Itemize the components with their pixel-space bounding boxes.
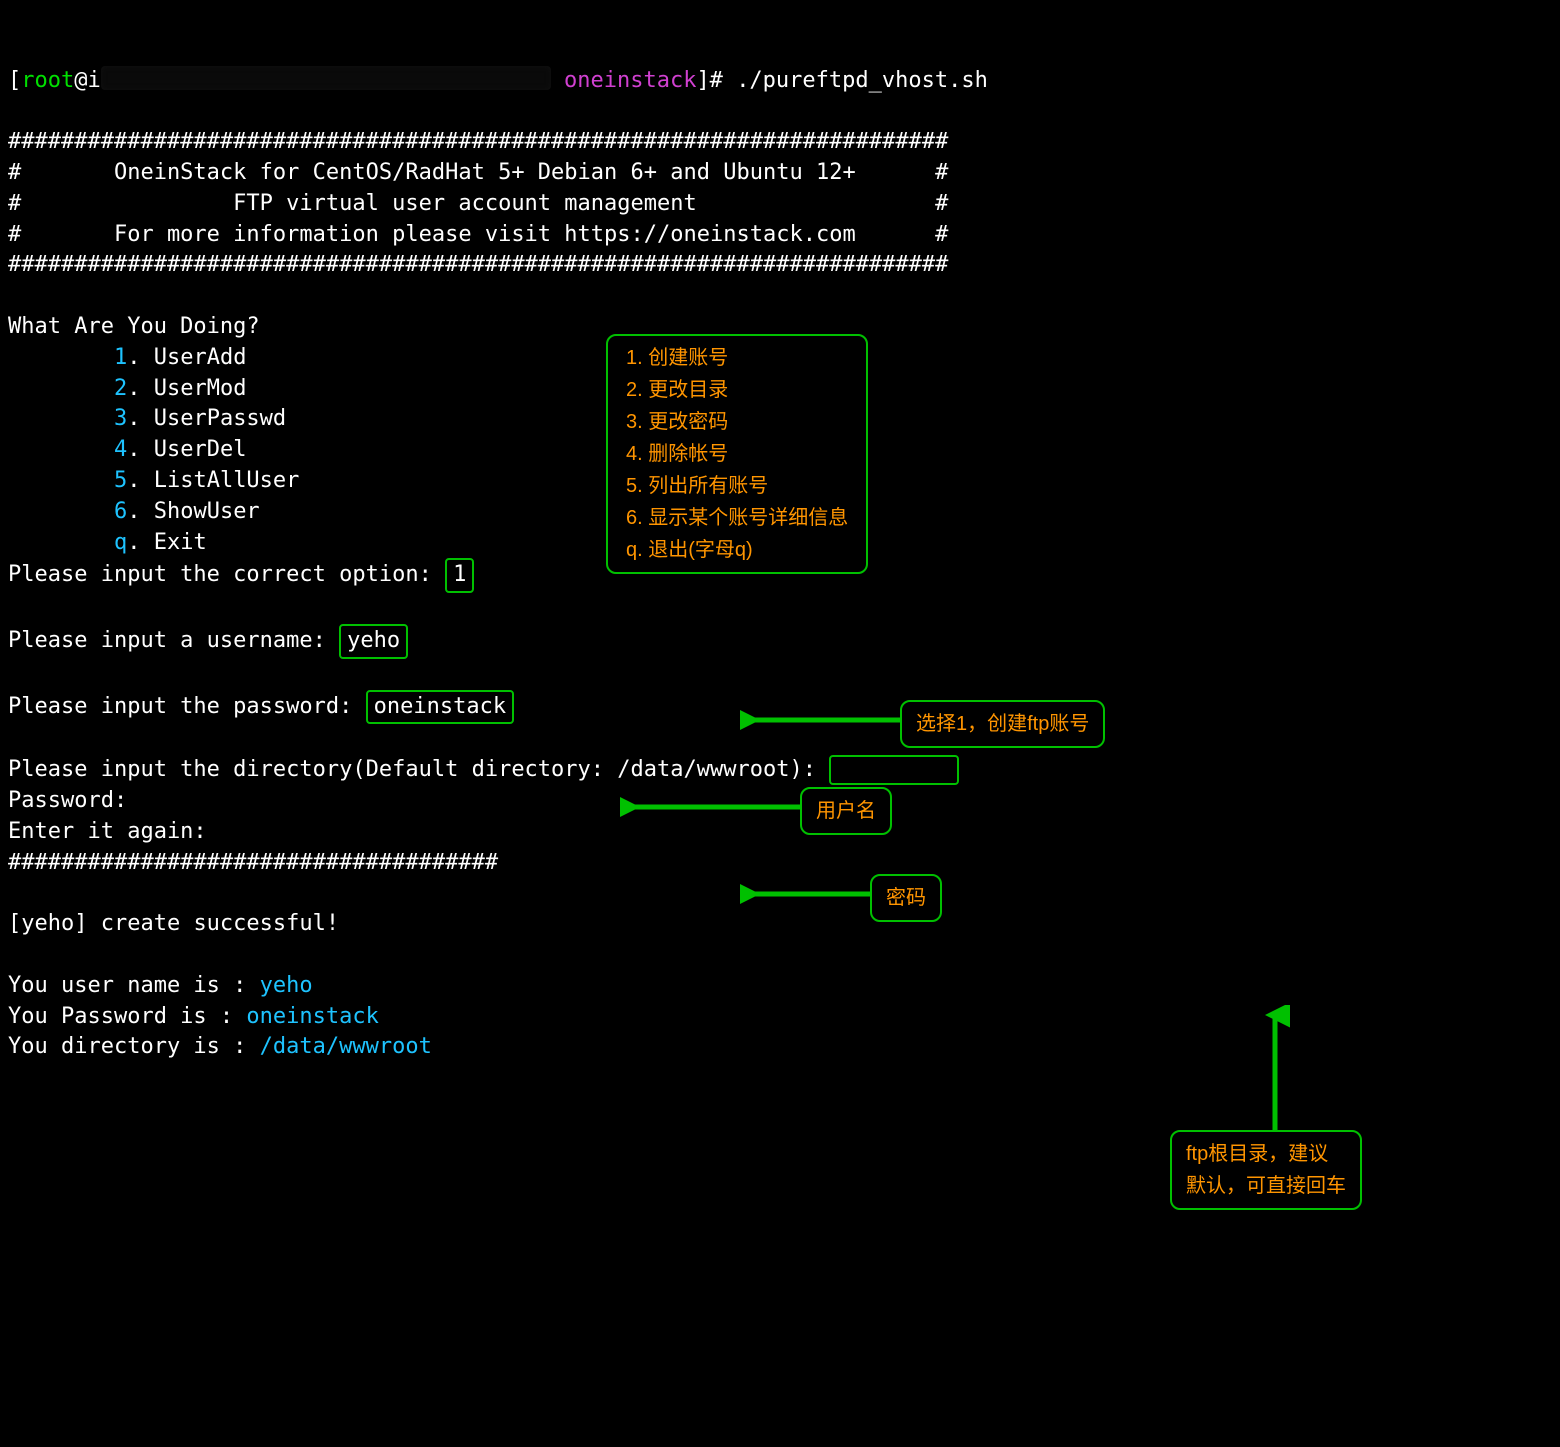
success-post: ] create successful! <box>74 911 339 936</box>
menu-label-4: UserDel <box>154 437 247 462</box>
menu-num-4: 4 <box>114 437 127 462</box>
menu-label-5: ListAllUser <box>154 468 300 493</box>
banner-line2: # FTP virtual user account management # <box>8 191 948 216</box>
out-user-value: yeho <box>260 973 313 998</box>
menu-num-5: 5 <box>114 468 127 493</box>
menu-hint-5: 5. 列出所有账号 <box>626 470 848 502</box>
option-prompt: Please input the correct option: <box>8 562 445 587</box>
banner-rule-bot: ########################################… <box>8 252 948 277</box>
menu-num-3: 3 <box>114 406 127 431</box>
passwd-echo: Password: <box>8 788 127 813</box>
menu-num-q: q <box>114 530 127 555</box>
menu-hint-2: 2. 更改目录 <box>626 374 848 406</box>
menu-label-1: UserAdd <box>154 345 247 370</box>
option-hint-callout: 选择1，创建ftp账号 <box>900 700 1105 748</box>
out-user-label: You user name is : <box>8 973 260 998</box>
directory-hint-callout: ftp根目录，建议 默认，可直接回车 <box>1170 1130 1362 1210</box>
menu-hint-3: 3. 更改密码 <box>626 406 848 438</box>
banner-rule-top: ########################################… <box>8 129 948 154</box>
prompt-at: @ <box>74 68 87 93</box>
prompt-hostchar: i <box>87 68 100 93</box>
tail-rule: ##################################### <box>8 850 498 875</box>
directory-prompt: Please input the directory(Default direc… <box>8 757 829 782</box>
prompt-user: root <box>21 68 74 93</box>
password-prompt: Please input the password: <box>8 694 366 719</box>
command-text: ./pureftpd_vhost.sh <box>736 68 988 93</box>
directory-hint-line2: 默认，可直接回车 <box>1186 1170 1346 1202</box>
menu-num-1: 1 <box>114 345 127 370</box>
option-input[interactable]: 1 <box>445 558 474 593</box>
prompt-bracket: [ <box>8 68 21 93</box>
out-dir-value: /data/wwwroot <box>260 1034 432 1059</box>
menu-label-2: UserMod <box>154 376 247 401</box>
banner-line1: # OneinStack for CentOS/RadHat 5+ Debian… <box>8 160 948 185</box>
directory-input[interactable] <box>829 755 959 785</box>
username-prompt: Please input a username: <box>8 628 339 653</box>
menu-hint-4: 4. 删除帐号 <box>626 438 848 470</box>
prompt-suffix: ]# <box>696 68 736 93</box>
hostname-blurred <box>101 66 551 90</box>
menu-num-2: 2 <box>114 376 127 401</box>
out-dir-label: You directory is : <box>8 1034 260 1059</box>
out-pass-label: You Password is : <box>8 1004 246 1029</box>
menu-title: What Are You Doing? <box>8 314 260 339</box>
out-pass-value: oneinstack <box>246 1004 378 1029</box>
password-hint-callout: 密码 <box>870 874 942 922</box>
menu-num-6: 6 <box>114 499 127 524</box>
menu-label-q: Exit <box>154 530 207 555</box>
directory-hint-line1: ftp根目录，建议 <box>1186 1138 1346 1170</box>
username-hint-callout: 用户名 <box>800 787 892 835</box>
menu-hint-q: q. 退出(字母q) <box>626 534 848 566</box>
menu-label-3: UserPasswd <box>154 406 286 431</box>
passwd-again: Enter it again: <box>8 819 207 844</box>
menu-hint-6: 6. 显示某个账号详细信息 <box>626 502 848 534</box>
banner-line3: # For more information please visit http… <box>8 222 948 247</box>
menu-hint-callout: 1. 创建账号 2. 更改目录 3. 更改密码 4. 删除帐号 5. 列出所有账… <box>606 334 868 574</box>
menu-hint-1: 1. 创建账号 <box>626 342 848 374</box>
username-input[interactable]: yeho <box>339 624 408 659</box>
prompt-dir: oneinstack <box>564 68 696 93</box>
menu-label-6: ShowUser <box>154 499 260 524</box>
success-user: yeho <box>21 911 74 936</box>
success-pre: [ <box>8 911 21 936</box>
password-input[interactable]: oneinstack <box>366 690 514 725</box>
